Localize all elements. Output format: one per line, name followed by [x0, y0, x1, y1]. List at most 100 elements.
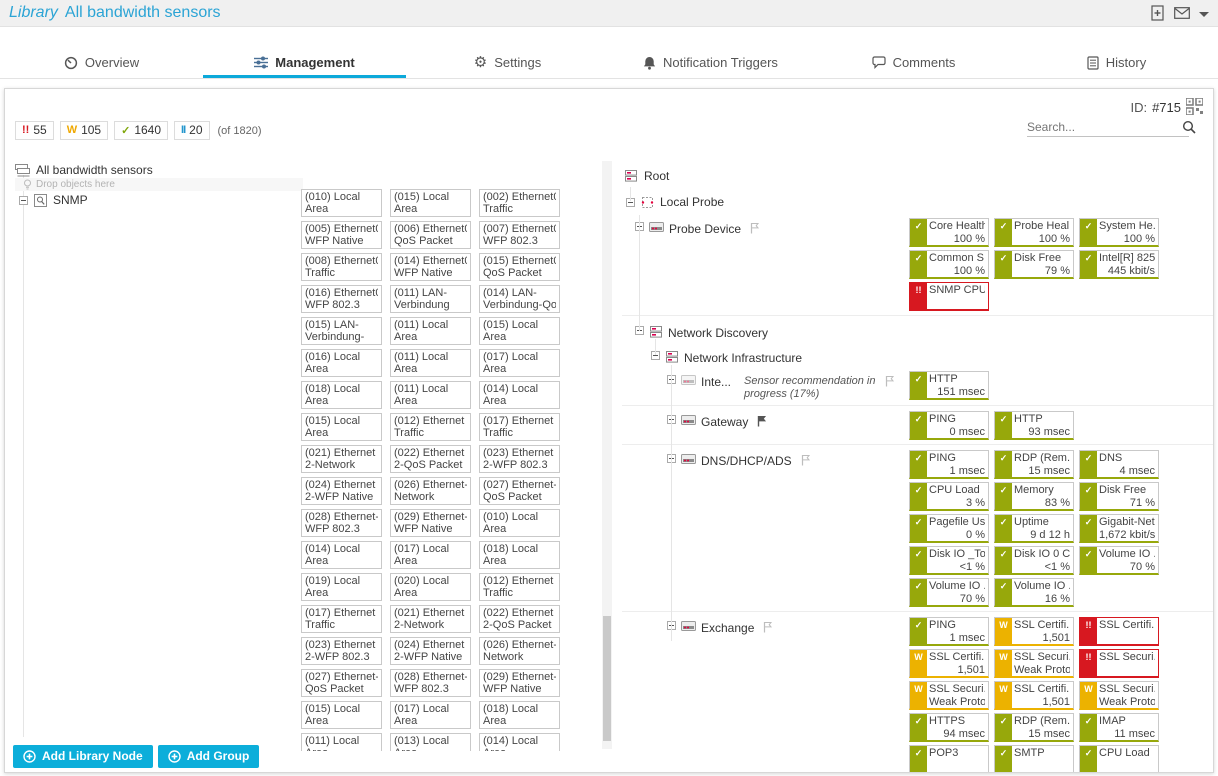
tab-notification-triggers[interactable]: Notification Triggers	[609, 50, 812, 78]
sensor-tile[interactable]: ✓Volume IO ...70 %	[909, 578, 989, 607]
library-sensor-tile[interactable]: (010) LocalArea	[301, 189, 382, 217]
tab-overview[interactable]: Overview	[0, 50, 203, 78]
library-sensor-tile[interactable]: (027) Ethernet-QoS Packet	[479, 477, 560, 505]
library-sensor-tile[interactable]: (010) LocalArea	[479, 509, 560, 537]
sensor-tile[interactable]: !!SSL Securi...	[1079, 649, 1159, 678]
sensor-tile[interactable]: ✓PING1 msec	[909, 450, 989, 479]
library-sensor-tile[interactable]: (022) Ethernet2-QoS Packet	[390, 445, 471, 473]
scrollbar[interactable]	[602, 161, 612, 749]
chevron-down-icon[interactable]	[1199, 12, 1209, 17]
breadcrumb[interactable]: Library	[9, 4, 58, 22]
tab-comments[interactable]: Comments	[812, 50, 1015, 78]
node-label[interactable]: Network Infrastructure	[684, 351, 802, 365]
library-sensor-tile[interactable]: (016) Ethernet0-WFP 802.3	[301, 285, 382, 313]
tree-node[interactable]: Network Discovery	[622, 322, 909, 340]
sensor-tile[interactable]: ✓SMTP	[994, 745, 1074, 773]
library-sensor-tile[interactable]: (014) LocalArea	[301, 541, 382, 569]
library-sensor-tile[interactable]: (002) Ethernet0Traffic	[479, 189, 560, 217]
node-label[interactable]: Exchange	[701, 621, 754, 635]
sensor-tile[interactable]: ✓PING1 msec	[909, 617, 989, 646]
sensor-tile[interactable]: WSSL Securi...Weak Proto...	[1079, 681, 1159, 710]
library-root-node[interactable]: All bandwidth sensors	[15, 163, 153, 177]
library-sensor-tile[interactable]: (005) Ethernet0-WFP Native	[301, 221, 382, 249]
tree-node-root[interactable]: Root	[622, 161, 1213, 189]
qr-code-icon[interactable]	[1186, 98, 1203, 115]
library-sensor-tile[interactable]: (016) LocalArea	[301, 349, 382, 377]
library-sensor-tile[interactable]: (017) Ethernet 2Traffic	[301, 605, 382, 633]
library-sensor-tile[interactable]: (015) LocalArea	[301, 413, 382, 441]
library-sensor-tile[interactable]: (018) LocalArea	[301, 381, 382, 409]
library-sensor-tile[interactable]: (018) LocalArea	[479, 701, 560, 729]
node-label[interactable]: Inte...	[701, 375, 731, 389]
sensor-tile[interactable]: ✓Uptime9 d 12 h	[994, 514, 1074, 543]
sensor-tile[interactable]: ✓Disk IO 0 C:<1 %	[994, 546, 1074, 575]
library-sensor-tile[interactable]: (023) Ethernet2-WFP 802.3	[479, 445, 560, 473]
search-input[interactable]	[1027, 120, 1182, 134]
tab-settings[interactable]: ⚙ Settings	[406, 50, 609, 78]
sensor-tile[interactable]: ✓Volume IO ...16 %	[994, 578, 1074, 607]
tree-node[interactable]: DNS/DHCP/ADS	[622, 450, 909, 468]
sensor-tile[interactable]: ✓CPU Load	[1079, 745, 1159, 773]
library-sensor-tile[interactable]: (023) Ethernet2-WFP 802.3	[301, 637, 382, 665]
library-sensor-tile[interactable]: (017) Ethernet 2Traffic	[479, 413, 560, 441]
library-sensor-tile[interactable]: (017) LocalArea	[390, 701, 471, 729]
library-node-snmp[interactable]: SNMP	[19, 193, 88, 207]
library-sensor-tile[interactable]: (008) Ethernet0Traffic	[301, 253, 382, 281]
flag-icon[interactable]	[757, 415, 767, 427]
library-sensor-tile[interactable]: (029) Ethernet-WFP Native	[479, 669, 560, 697]
library-sensor-tile[interactable]: (011) LocalArea	[390, 317, 471, 345]
library-sensor-tile[interactable]: (026) Ethernet-Network	[479, 637, 560, 665]
node-label[interactable]: Probe Device	[669, 222, 741, 236]
sensor-tile[interactable]: WSSL Certifi...1,501	[994, 681, 1074, 710]
sensor-tile[interactable]: ✓Disk IO _To...<1 %	[909, 546, 989, 575]
library-sensor-tile[interactable]: (018) LocalArea	[479, 541, 560, 569]
tab-history[interactable]: History	[1015, 50, 1218, 78]
node-label[interactable]: Network Discovery	[668, 326, 768, 340]
sensor-tile[interactable]: ✓PING0 msec	[909, 411, 989, 440]
sensor-tile[interactable]: ✓Probe Heal...100 %	[994, 218, 1074, 247]
tree-node[interactable]: Network Infrastructure	[622, 347, 909, 365]
library-sensor-tile[interactable]: (024) Ethernet2-WFP Native	[301, 477, 382, 505]
badge-paused[interactable]: II20	[174, 121, 209, 140]
sensor-tile[interactable]: ✓DNS4 msec	[1079, 450, 1159, 479]
add-library-node-button[interactable]: Add Library Node	[13, 745, 153, 768]
sensor-tile[interactable]: ✓Volume IO ...70 %	[1079, 546, 1159, 575]
sensor-tile[interactable]: ✓IMAP11 msec	[1079, 713, 1159, 742]
collapse-toggle[interactable]	[19, 196, 28, 205]
add-object-icon[interactable]	[1151, 5, 1165, 21]
sensor-tile[interactable]: ✓Core Health100 %	[909, 218, 989, 247]
library-sensor-tile[interactable]: (014) Ethernet0-WFP Native	[390, 253, 471, 281]
sensor-tile[interactable]: !!SNMP CPU...	[909, 282, 989, 311]
library-sensor-tile[interactable]: (015) LAN-Verbindung-	[301, 317, 382, 345]
email-icon[interactable]	[1174, 7, 1190, 19]
sensor-tile[interactable]: ✓Pagefile Us...0 %	[909, 514, 989, 543]
tree-node-local-probe[interactable]: Local Probe	[622, 189, 1213, 215]
library-sensor-tile[interactable]: (017) LocalArea	[479, 349, 560, 377]
library-sensor-tile[interactable]: (011) LocalArea	[390, 349, 471, 377]
library-sensor-tile[interactable]: (011) LocalArea	[301, 733, 382, 751]
sensor-tile[interactable]: ✓HTTPS94 msec	[909, 713, 989, 742]
node-label[interactable]: SNMP	[53, 193, 88, 207]
library-sensor-tile[interactable]: (012) EthernetTraffic	[390, 413, 471, 441]
library-sensor-tile[interactable]: (007) Ethernet0-WFP 802.3	[479, 221, 560, 249]
sensor-tile[interactable]: WSSL Securi...Weak Proto...	[994, 649, 1074, 678]
library-sensor-tile[interactable]: (011) LocalArea	[390, 381, 471, 409]
sensor-tile[interactable]: ✓Disk Free79 %	[994, 250, 1074, 279]
sensor-tile[interactable]: ✓POP3	[909, 745, 989, 773]
library-sensor-tile[interactable]: (014) LocalArea	[479, 381, 560, 409]
flag-icon[interactable]	[801, 454, 811, 466]
sensor-tile[interactable]: ✓Disk Free71 %	[1079, 482, 1159, 511]
sensor-tile[interactable]: !!SSL Certifi...	[1079, 617, 1159, 646]
sensor-tile[interactable]: ✓CPU Load3 %	[909, 482, 989, 511]
library-sensor-tile[interactable]: (021) Ethernet2-Network	[301, 445, 382, 473]
library-sensor-tile[interactable]: (015) LocalArea	[390, 189, 471, 217]
tree-node[interactable]: Gateway	[622, 411, 909, 429]
badge-up[interactable]: ✓1640	[114, 121, 168, 140]
sensor-tile[interactable]: ✓RDP (Rem...15 msec	[994, 450, 1074, 479]
tree-node[interactable]: Inte...Sensor recommendation in progress…	[622, 371, 909, 401]
library-sensor-tile[interactable]: (015) LocalArea	[301, 701, 382, 729]
flag-icon[interactable]	[763, 621, 773, 633]
sensor-tile[interactable]: ✓Intel[R] 825...445 kbit/s	[1079, 250, 1159, 279]
library-sensor-tile[interactable]: (011) LAN-Verbindung	[390, 285, 471, 313]
sensor-tile[interactable]: WSSL Certifi...1,501	[994, 617, 1074, 646]
